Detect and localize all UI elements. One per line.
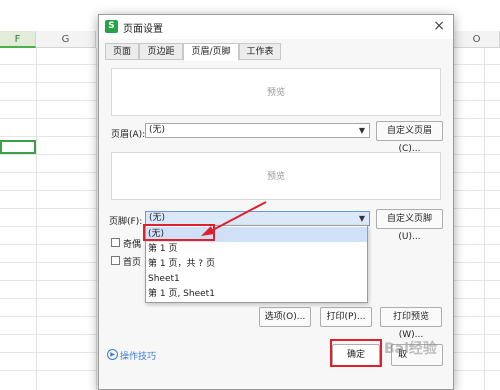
odd-even-label: 奇偶 <box>123 240 142 250</box>
first-page-label: 首页 <box>123 258 142 268</box>
dialog-titlebar[interactable]: S 页面设置 × <box>99 15 453 39</box>
footer-option[interactable]: 第 1 页 <box>146 242 367 257</box>
print-preview-button[interactable]: 打印预览(W)... <box>380 307 442 340</box>
play-icon: ▶ <box>107 349 118 360</box>
header-preview: 预览 <box>111 68 441 116</box>
chevron-down-icon: ▼ <box>358 126 365 135</box>
column-header-g[interactable]: G <box>36 31 96 48</box>
chevron-down-icon: ▼ <box>358 214 365 223</box>
footer-preview-text: 预览 <box>266 172 285 182</box>
watermark-text: Bai经验 <box>384 341 437 357</box>
ok-button[interactable]: 确定 <box>332 344 380 366</box>
tips-link[interactable]: 操作技巧 <box>120 349 156 362</box>
tab-margins[interactable]: 页边距 <box>139 43 183 60</box>
close-icon[interactable]: × <box>433 18 445 34</box>
footer-option[interactable]: (无) <box>146 227 367 242</box>
footer-option[interactable]: 第 1 页，共 ? 页 <box>146 257 367 272</box>
header-select[interactable]: (无) ▼ <box>145 123 370 138</box>
footer-select[interactable]: (无) ▼ <box>145 211 370 226</box>
custom-footer-button[interactable]: 自定义页脚(U)... <box>376 209 443 242</box>
header-preview-text: 预览 <box>266 88 285 98</box>
custom-header-button[interactable]: 自定义页眉(C)... <box>376 121 443 154</box>
footer-option[interactable]: Sheet1 <box>146 272 367 287</box>
wps-app-icon: S <box>105 20 118 33</box>
footer-label: 页脚(F): <box>109 217 143 227</box>
header-select-value: (无) <box>149 125 166 135</box>
print-button[interactable]: 打印(P)... <box>320 307 372 327</box>
tab-sheet[interactable]: 工作表 <box>239 43 281 60</box>
odd-even-checkbox[interactable] <box>111 238 120 247</box>
footer-dropdown-list: (无) 第 1 页 第 1 页，共 ? 页 Sheet1 第 1 页, Shee… <box>145 225 368 303</box>
column-header-f[interactable]: F <box>0 31 36 48</box>
header-label: 页眉(A): <box>111 130 146 140</box>
options-button[interactable]: 选项(O)... <box>259 307 311 327</box>
selected-cell[interactable] <box>0 140 36 154</box>
footer-select-value: (无) <box>149 213 166 223</box>
column-header-o[interactable]: O <box>454 31 500 48</box>
page-setup-dialog: S 页面设置 × 页面 页边距 页眉/页脚 工作表 预览 页眉(A): (无) … <box>98 14 454 390</box>
footer-option[interactable]: 第 1 页, Sheet1 <box>146 287 367 302</box>
tab-page[interactable]: 页面 <box>105 43 139 60</box>
first-page-checkbox[interactable] <box>111 256 120 265</box>
footer-preview: 预览 <box>111 152 441 200</box>
tab-header-footer[interactable]: 页眉/页脚 <box>183 43 239 61</box>
dialog-title: 页面设置 <box>123 24 163 35</box>
